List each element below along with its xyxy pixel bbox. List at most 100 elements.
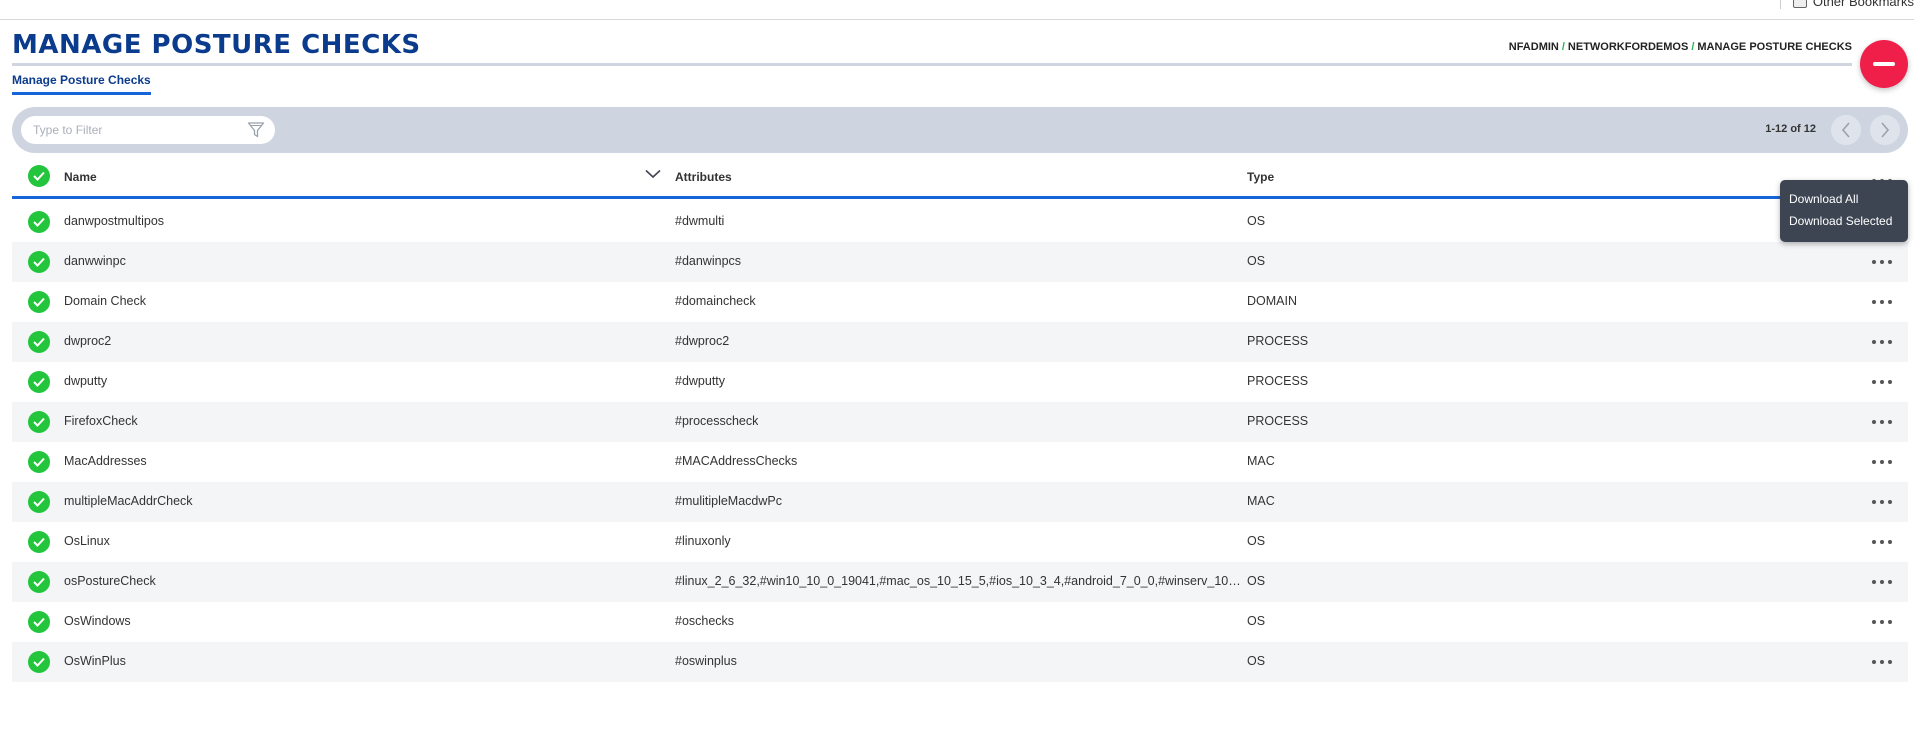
- row-more-options-icon[interactable]: [1868, 650, 1896, 674]
- table-row[interactable]: dwproc2 #dwproc2 PROCESS: [12, 322, 1908, 362]
- table-row[interactable]: danwwinpc #danwinpcs OS: [12, 242, 1908, 282]
- breadcrumb-separator: /: [1691, 41, 1695, 53]
- filter-bar: 1-12 of 12: [12, 107, 1908, 153]
- cell-attributes: #domaincheck: [675, 294, 756, 308]
- chevron-right-icon: [1881, 122, 1890, 138]
- check-icon: [33, 377, 45, 387]
- cell-attributes: #processcheck: [675, 414, 759, 428]
- column-header-type[interactable]: Type: [1247, 170, 1274, 184]
- title-divider: [12, 63, 1852, 66]
- column-header-attributes[interactable]: Attributes: [675, 170, 732, 184]
- filter-input[interactable]: [33, 116, 243, 144]
- check-icon: [33, 577, 45, 587]
- cell-attributes: #oswinplus: [675, 654, 737, 668]
- cell-name: dwproc2: [64, 334, 112, 348]
- breadcrumb-item-current: MANAGE POSTURE CHECKS: [1697, 41, 1852, 53]
- sort-descending-icon[interactable]: [645, 169, 661, 179]
- cell-name: Domain Check: [64, 294, 146, 308]
- breadcrumb-separator: /: [1561, 41, 1565, 53]
- row-checkbox[interactable]: [28, 371, 50, 393]
- cell-name: MacAddresses: [64, 454, 147, 468]
- row-checkbox[interactable]: [28, 451, 50, 473]
- cell-type: OS: [1247, 654, 1266, 668]
- table-row[interactable]: OsLinux #linuxonly OS: [12, 522, 1908, 562]
- cell-type: PROCESS: [1247, 334, 1309, 348]
- previous-page-button[interactable]: [1831, 115, 1861, 145]
- cell-attributes: #MACAddressChecks: [675, 454, 798, 468]
- table-row[interactable]: FirefoxCheck #processcheck PROCESS: [12, 402, 1908, 442]
- row-more-options-icon[interactable]: [1868, 410, 1896, 434]
- tab-manage-posture-checks[interactable]: Manage Posture Checks: [12, 73, 151, 95]
- row-more-options-icon[interactable]: [1868, 250, 1896, 274]
- cell-type: OS: [1247, 614, 1266, 628]
- select-all-checkbox[interactable]: [28, 165, 50, 187]
- table-header: Name Attributes Type: [12, 157, 1908, 199]
- table-row[interactable]: OsWindows #oschecks OS: [12, 602, 1908, 642]
- table-body: danwpostmultipos #dwmulti OS danwwinpc #…: [12, 202, 1908, 682]
- table-row[interactable]: multipleMacAddrCheck #mulitipleMacdwPc M…: [12, 482, 1908, 522]
- cell-name: OsWinPlus: [64, 654, 126, 668]
- cell-name: OsLinux: [64, 534, 110, 548]
- cell-type: MAC: [1247, 454, 1275, 468]
- bookmarks-separator: [1779, 0, 1781, 9]
- row-checkbox[interactable]: [28, 291, 50, 313]
- row-checkbox[interactable]: [28, 251, 50, 273]
- breadcrumb-item-nfadmin[interactable]: NFADMIN: [1509, 41, 1559, 53]
- row-more-options-icon[interactable]: [1868, 290, 1896, 314]
- row-checkbox[interactable]: [28, 411, 50, 433]
- cell-attributes: #danwinpcs: [675, 254, 742, 268]
- menu-item-download-selected[interactable]: Download Selected: [1780, 210, 1908, 232]
- next-page-button[interactable]: [1870, 115, 1900, 145]
- folder-icon: [1792, 0, 1807, 8]
- chevron-left-icon: [1841, 122, 1850, 138]
- row-checkbox[interactable]: [28, 211, 50, 233]
- download-menu: Download All Download Selected: [1780, 180, 1908, 242]
- check-icon: [33, 297, 45, 307]
- cell-name: dwputty: [64, 374, 108, 388]
- column-header-name[interactable]: Name: [64, 170, 97, 184]
- row-more-options-icon[interactable]: [1868, 610, 1896, 634]
- table-row[interactable]: MacAddresses #MACAddressChecks MAC: [12, 442, 1908, 482]
- table-row[interactable]: Domain Check #domaincheck DOMAIN: [12, 282, 1908, 322]
- other-bookmarks[interactable]: Other Bookmarks: [1779, 0, 1914, 9]
- table-row[interactable]: dwputty #dwputty PROCESS: [12, 362, 1908, 402]
- cell-type: PROCESS: [1247, 414, 1309, 428]
- check-icon: [33, 617, 45, 627]
- check-icon: [33, 657, 45, 667]
- row-more-options-icon[interactable]: [1868, 530, 1896, 554]
- check-icon: [33, 217, 45, 227]
- check-icon: [33, 171, 45, 181]
- cell-name: multipleMacAddrCheck: [64, 494, 193, 508]
- cell-attributes: #dwputty: [675, 374, 726, 388]
- row-more-options-icon[interactable]: [1868, 490, 1896, 514]
- row-more-options-icon[interactable]: [1868, 370, 1896, 394]
- filter-icon[interactable]: [247, 121, 265, 139]
- row-checkbox[interactable]: [28, 571, 50, 593]
- row-more-options-icon[interactable]: [1868, 450, 1896, 474]
- check-icon: [33, 257, 45, 267]
- row-more-options-icon[interactable]: [1868, 330, 1896, 354]
- cell-attributes: #linuxonly: [675, 534, 731, 548]
- cell-type: MAC: [1247, 494, 1275, 508]
- breadcrumb-item-network[interactable]: NETWORKFORDEMOS: [1568, 41, 1688, 53]
- row-more-options-icon[interactable]: [1868, 570, 1896, 594]
- table-row[interactable]: danwpostmultipos #dwmulti OS: [12, 202, 1908, 242]
- row-checkbox[interactable]: [28, 331, 50, 353]
- close-button[interactable]: [1860, 40, 1908, 88]
- table-row[interactable]: osPostureCheck #linux_2_6_32,#win10_10_0…: [12, 562, 1908, 602]
- cell-type: OS: [1247, 254, 1266, 268]
- check-icon: [33, 417, 45, 427]
- menu-item-download-all[interactable]: Download All: [1780, 188, 1908, 210]
- row-checkbox[interactable]: [28, 651, 50, 673]
- check-icon: [33, 337, 45, 347]
- row-checkbox[interactable]: [28, 611, 50, 633]
- row-checkbox[interactable]: [28, 491, 50, 513]
- check-icon: [33, 497, 45, 507]
- cell-type: OS: [1247, 534, 1266, 548]
- cell-name: danwwinpc: [64, 254, 126, 268]
- row-checkbox[interactable]: [28, 531, 50, 553]
- check-icon: [33, 457, 45, 467]
- cell-name: osPostureCheck: [64, 574, 156, 588]
- cell-type: OS: [1247, 574, 1266, 588]
- table-row[interactable]: OsWinPlus #oswinplus OS: [12, 642, 1908, 682]
